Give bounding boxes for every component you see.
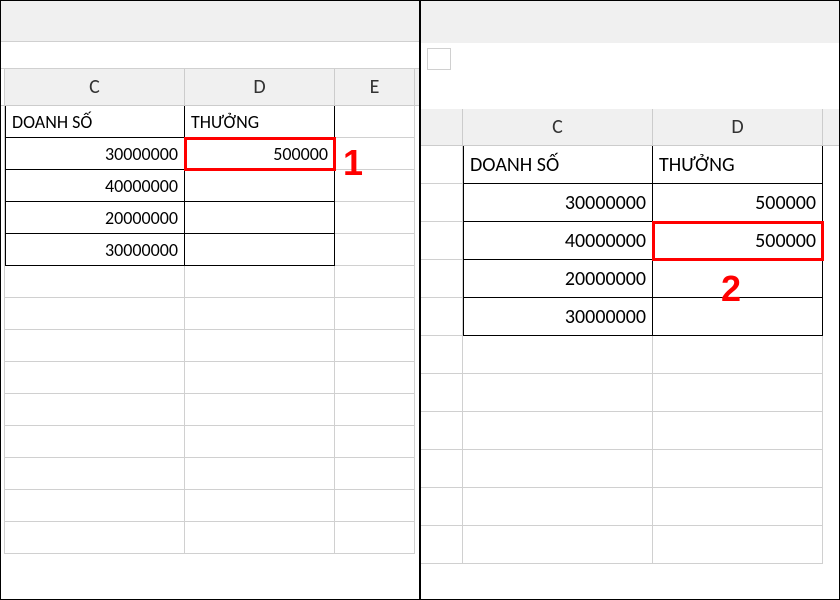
spreadsheet-left: C D E DOANH SỐ THƯỞNG 30000000 500000 40… — [1, 1, 421, 599]
cell[interactable] — [5, 426, 185, 458]
spreadsheet-right: C D DOANH SỐ THƯỞNG 30000000 500000 4000… — [421, 1, 839, 599]
cell[interactable] — [335, 298, 415, 330]
cell[interactable] — [185, 266, 335, 298]
cell[interactable] — [335, 330, 415, 362]
table-row: 20000000 — [1, 202, 419, 234]
cell[interactable] — [653, 336, 823, 374]
table-row: DOANH SỐ THƯỞNG — [421, 146, 839, 184]
cell-c-value[interactable]: 20000000 — [463, 260, 653, 298]
cell-d-value[interactable] — [185, 170, 335, 202]
cell-c-value[interactable]: 30000000 — [5, 234, 185, 266]
table-row: 30000000 — [421, 298, 839, 336]
cell[interactable] — [335, 458, 415, 490]
cell-d-value[interactable] — [185, 234, 335, 266]
column-headers: C D — [421, 109, 839, 146]
cell[interactable] — [185, 426, 335, 458]
cell[interactable] — [653, 488, 823, 526]
cell-c-value[interactable]: 30000000 — [5, 138, 185, 170]
cell[interactable] — [335, 266, 415, 298]
cell[interactable] — [5, 298, 185, 330]
cell-c-value[interactable]: 40000000 — [463, 222, 653, 260]
table-row: 20000000 — [421, 260, 839, 298]
cell[interactable] — [421, 298, 463, 336]
annotation-2: 2 — [721, 268, 741, 310]
cell[interactable] — [335, 362, 415, 394]
cell[interactable] — [653, 412, 823, 450]
cell[interactable] — [185, 362, 335, 394]
cell[interactable] — [421, 146, 463, 184]
cell-c-value[interactable]: 30000000 — [463, 298, 653, 336]
formula-bar — [421, 43, 839, 75]
table-row: 40000000 500000 — [421, 222, 839, 260]
cell-c-value[interactable]: 30000000 — [463, 184, 653, 222]
cell[interactable] — [463, 374, 653, 412]
cell[interactable] — [653, 526, 823, 564]
row-gutter — [421, 109, 463, 145]
cell[interactable] — [5, 458, 185, 490]
cell[interactable] — [463, 488, 653, 526]
col-header-d[interactable]: D — [185, 69, 335, 105]
cell-d-value-highlighted[interactable]: 500000 — [185, 138, 335, 170]
header-thuong[interactable]: THƯỞNG — [653, 146, 823, 184]
header-doanh-so[interactable]: DOANH SỐ — [5, 106, 185, 138]
cell[interactable] — [5, 394, 185, 426]
cell[interactable] — [463, 336, 653, 374]
cell[interactable] — [463, 412, 653, 450]
col-header-c[interactable]: C — [463, 109, 653, 145]
cell[interactable] — [421, 374, 463, 412]
table-row: DOANH SỐ THƯỞNG — [1, 106, 419, 138]
col-header-e[interactable]: E — [335, 69, 415, 105]
ribbon-area — [421, 1, 839, 43]
cell[interactable] — [335, 394, 415, 426]
column-headers: C D E — [1, 69, 419, 106]
table-row: 30000000 — [1, 234, 419, 266]
cell-c-value[interactable]: 40000000 — [5, 170, 185, 202]
cell[interactable] — [653, 450, 823, 488]
annotation-1: 1 — [343, 142, 363, 184]
cell[interactable] — [421, 488, 463, 526]
formula-bar — [1, 41, 419, 69]
cell[interactable] — [335, 106, 415, 138]
cell[interactable] — [185, 458, 335, 490]
col-header-d[interactable]: D — [653, 109, 823, 145]
ribbon-area — [1, 1, 419, 41]
cell[interactable] — [335, 490, 415, 522]
cell[interactable] — [653, 374, 823, 412]
cell[interactable] — [421, 526, 463, 564]
cell[interactable] — [185, 394, 335, 426]
cell-d-value[interactable] — [185, 202, 335, 234]
cell[interactable] — [5, 490, 185, 522]
cell[interactable] — [185, 522, 335, 554]
cell[interactable] — [335, 234, 415, 266]
cell[interactable] — [5, 522, 185, 554]
cell[interactable] — [421, 336, 463, 374]
cell[interactable] — [421, 450, 463, 488]
cell[interactable] — [5, 330, 185, 362]
cell[interactable] — [185, 330, 335, 362]
col-header-c[interactable]: C — [5, 69, 185, 105]
grid-right: DOANH SỐ THƯỞNG 30000000 500000 40000000… — [421, 146, 839, 564]
cell[interactable] — [421, 260, 463, 298]
cell[interactable] — [421, 222, 463, 260]
cell[interactable] — [463, 450, 653, 488]
name-box[interactable] — [427, 48, 451, 70]
cell[interactable] — [421, 184, 463, 222]
cell-c-value[interactable]: 20000000 — [5, 202, 185, 234]
formula-input[interactable] — [1, 44, 419, 66]
cell-d-value-highlighted[interactable]: 500000 — [653, 222, 823, 260]
cell[interactable] — [185, 298, 335, 330]
cell[interactable] — [335, 202, 415, 234]
header-thuong[interactable]: THƯỞNG — [185, 106, 335, 138]
header-doanh-so[interactable]: DOANH SỐ — [463, 146, 653, 184]
cell[interactable] — [421, 412, 463, 450]
cell[interactable] — [335, 426, 415, 458]
cell[interactable] — [5, 266, 185, 298]
cell[interactable] — [185, 490, 335, 522]
cell[interactable] — [335, 522, 415, 554]
cell-d-value[interactable]: 500000 — [653, 184, 823, 222]
grid-left: DOANH SỐ THƯỞNG 30000000 500000 40000000… — [1, 106, 419, 554]
table-row: 30000000 500000 — [421, 184, 839, 222]
cell[interactable] — [463, 526, 653, 564]
cell[interactable] — [5, 362, 185, 394]
